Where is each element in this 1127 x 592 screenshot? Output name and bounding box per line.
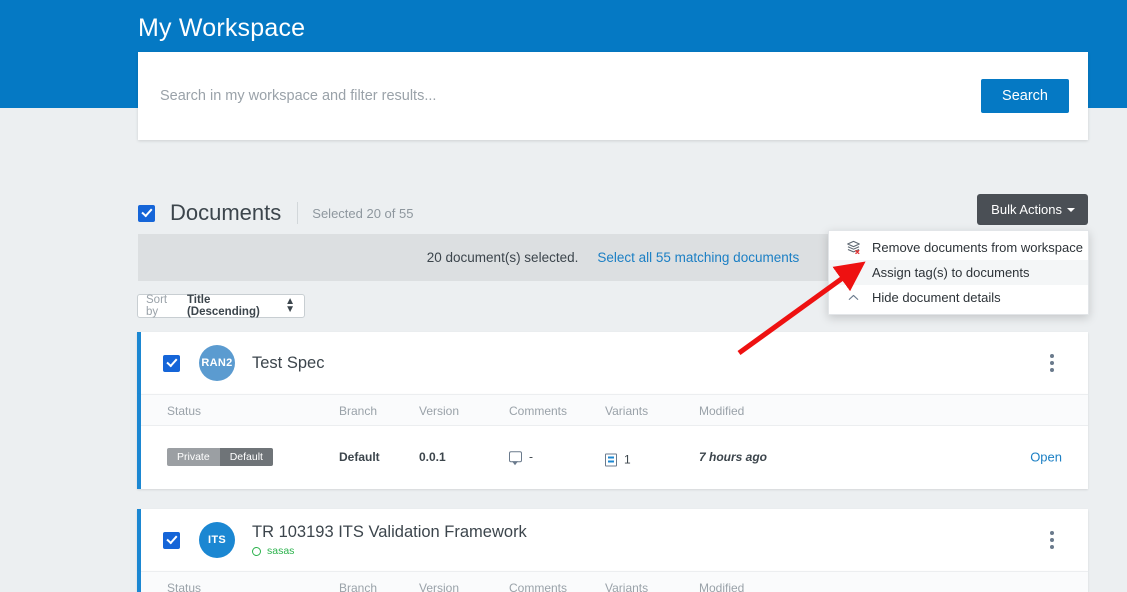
document-tag[interactable]: sasas (252, 545, 527, 557)
menu-item-assign-tags[interactable]: Assign tag(s) to documents (829, 260, 1088, 285)
col-branch: Branch (339, 404, 378, 418)
col-version: Version (419, 404, 460, 418)
comments-value: - (509, 449, 533, 465)
col-comments: Comments (509, 581, 568, 592)
open-link-wrap: Open (1030, 450, 1062, 465)
document-details-table: Status Branch Version Comments Variants … (137, 571, 1088, 592)
open-document-link[interactable]: Open (1030, 450, 1062, 465)
document-select-checkbox[interactable] (163, 354, 180, 372)
table-header-row: Status Branch Version Comments Variants … (141, 394, 1088, 426)
bulk-actions-menu: Remove documents from workspace Assign t… (828, 230, 1089, 315)
app-root: My Workspace Search Documents Selected 2… (0, 0, 1127, 592)
col-status: Status (167, 581, 202, 592)
chevron-down-icon (1067, 208, 1075, 212)
variants-value: 1 (605, 448, 631, 467)
bulk-actions-button[interactable]: Bulk Actions (977, 194, 1088, 225)
documents-title: Documents (170, 200, 282, 225)
document-card: RAN2 Test Spec (137, 332, 1088, 394)
documents-header: Documents Selected 20 of 55 Bulk Actions (138, 194, 1088, 230)
document-title[interactable]: Test Spec (252, 354, 324, 373)
bulk-actions-label: Bulk Actions (991, 202, 1062, 217)
col-variants: Variants (605, 581, 649, 592)
branch-value: Default (339, 450, 380, 464)
menu-item-label: Remove documents from workspace (872, 240, 1083, 255)
status-badge-state: Default (219, 448, 273, 466)
menu-item-hide-details[interactable]: Hide document details (829, 285, 1088, 310)
select-all-matching-link[interactable]: Select all 55 matching documents (597, 250, 799, 265)
status-badge: Private Default (167, 448, 273, 466)
page-title: My Workspace (138, 14, 306, 42)
status-badge-visibility: Private (167, 448, 220, 466)
document-select-checkbox[interactable] (163, 531, 180, 549)
table-row: Private Default Default 0.0.1 - 1 7 hour… (141, 426, 1088, 488)
sort-label: Sort by (146, 294, 168, 318)
layers-remove-icon (846, 240, 872, 255)
stepper-icon: ▲ ▼ (285, 296, 295, 315)
search-card: Search (138, 52, 1088, 140)
document-card: ITS TR 103193 ITS Validation Framework s… (137, 509, 1088, 571)
variants-count: 1 (624, 452, 631, 467)
document-menu-button[interactable] (1050, 354, 1054, 372)
version-value: 0.0.1 (419, 450, 446, 464)
avatar: ITS (199, 522, 235, 558)
document-details-table: Status Branch Version Comments Variants … (137, 394, 1088, 489)
search-input[interactable] (160, 88, 982, 104)
sort-select[interactable]: Sort by Title (Descending) ▲ ▼ (137, 294, 305, 318)
comment-icon (509, 450, 522, 465)
col-branch: Branch (339, 581, 378, 592)
col-status: Status (167, 404, 202, 418)
col-variants: Variants (605, 404, 649, 418)
menu-item-label: Assign tag(s) to documents (872, 265, 1030, 280)
selection-count-text: 20 document(s) selected. (426, 250, 579, 265)
document-title[interactable]: TR 103193 ITS Validation Framework (252, 523, 527, 542)
chevron-up-icon (846, 290, 872, 305)
table-header-row: Status Branch Version Comments Variants … (141, 571, 1088, 592)
col-version: Version (419, 581, 460, 592)
divider (297, 202, 299, 224)
col-modified: Modified (699, 581, 745, 592)
menu-item-label: Hide document details (872, 290, 1001, 305)
col-comments: Comments (509, 404, 568, 418)
modified-value: 7 hours ago (699, 450, 768, 464)
selected-summary: Selected 20 of 55 (312, 205, 414, 221)
tag-label: sasas (267, 545, 295, 557)
sort-value: Title (Descending) (186, 294, 260, 318)
tag-icon (846, 265, 872, 280)
comments-count: - (529, 449, 533, 464)
tag-circle-icon (252, 546, 261, 556)
menu-item-remove-documents[interactable]: Remove documents from workspace (829, 235, 1088, 260)
col-modified: Modified (699, 404, 745, 418)
document-menu-button[interactable] (1050, 531, 1054, 549)
search-button[interactable]: Search (981, 79, 1069, 113)
select-all-checkbox[interactable] (138, 204, 155, 222)
variant-icon (605, 453, 617, 466)
avatar: RAN2 (199, 345, 235, 381)
